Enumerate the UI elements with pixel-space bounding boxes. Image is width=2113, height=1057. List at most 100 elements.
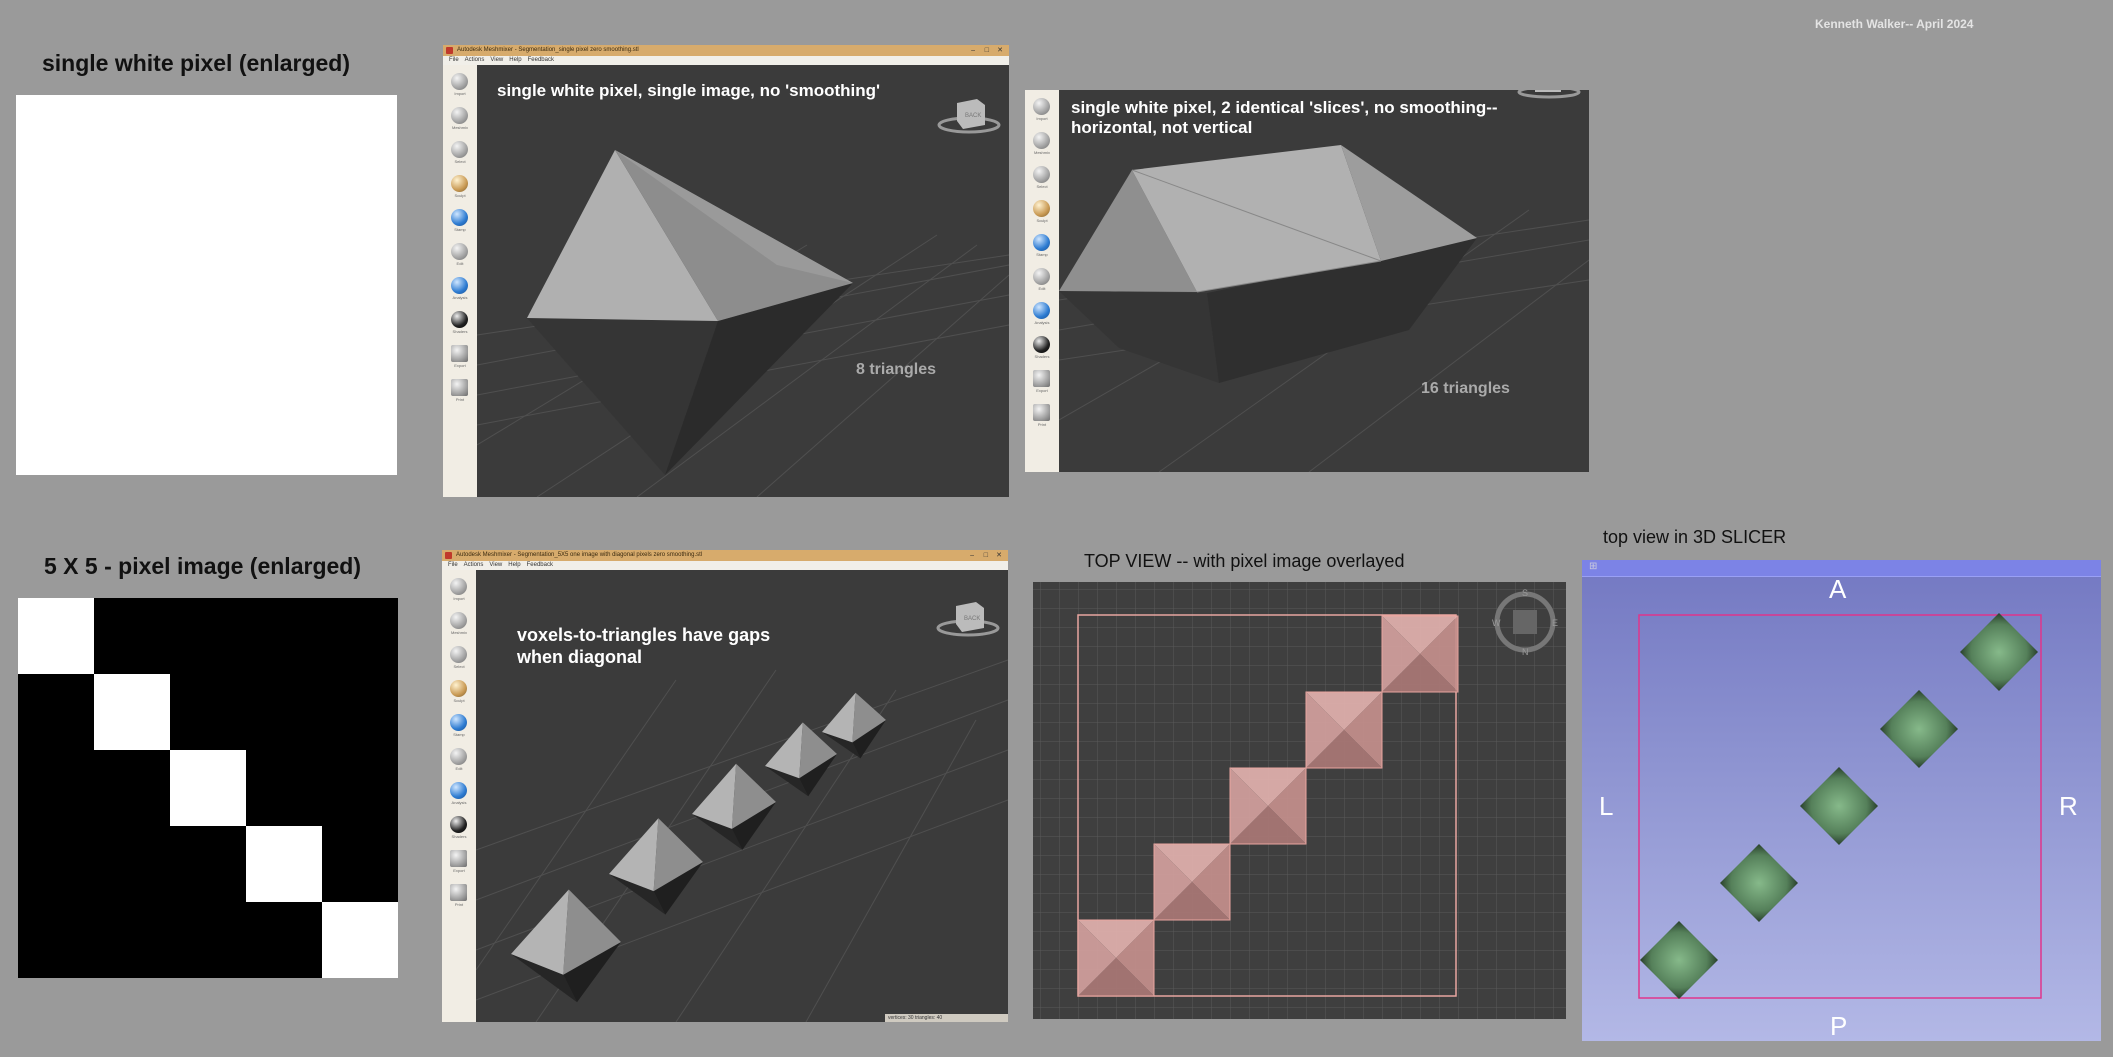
black-pixel xyxy=(246,902,322,978)
tool-meshmix[interactable]: Meshmix xyxy=(448,107,472,137)
single-pixel-label: single white pixel (enlarged) xyxy=(42,50,351,76)
shaders-icon xyxy=(1033,336,1050,353)
top-view-label: TOP VIEW -- with pixel image overlayed xyxy=(1084,551,1405,571)
tool-print[interactable]: Print xyxy=(448,379,472,409)
view-cube-label: BACK xyxy=(964,616,980,622)
tool-shaders[interactable]: Shaders xyxy=(1030,336,1054,366)
black-pixel xyxy=(94,598,170,674)
plus-icon xyxy=(1033,98,1050,115)
tool-label: Shaders xyxy=(451,834,467,839)
view-cube[interactable]: BACK xyxy=(934,598,1002,643)
tool-label: Export xyxy=(454,363,466,368)
view-cube[interactable] xyxy=(1515,90,1583,107)
viewport-3d[interactable] xyxy=(1059,90,1589,472)
menu-help[interactable]: Help xyxy=(508,562,520,568)
tool-export[interactable]: Export xyxy=(447,850,471,880)
tool-print[interactable]: Print xyxy=(447,884,471,914)
minimize-button[interactable]: – xyxy=(970,550,974,561)
tool-label: Analysis xyxy=(1034,320,1050,325)
tool-stamp[interactable]: Stamp xyxy=(1030,234,1054,264)
shaders-icon xyxy=(450,816,467,833)
tool-import[interactable]: Import xyxy=(1030,98,1054,128)
tool-label: Meshmix xyxy=(451,125,468,130)
viewport-annotation: single white pixel, single image, no 'sm… xyxy=(497,81,881,100)
segment-diamond-4 xyxy=(1880,690,1958,768)
tool-edit[interactable]: Edit xyxy=(448,243,472,273)
tool-import[interactable]: Import xyxy=(448,73,472,103)
tool-stamp[interactable]: Stamp xyxy=(447,714,471,744)
view-cube[interactable]: BACK xyxy=(935,95,1003,140)
tool-import[interactable]: Import xyxy=(447,578,471,608)
edit-icon xyxy=(451,243,468,260)
menu-file[interactable]: File xyxy=(448,562,458,568)
tool-label: Import xyxy=(1036,116,1048,121)
menu-actions[interactable]: Actions xyxy=(464,562,484,568)
slicer-3d-view[interactable]: ⊞ A L R P xyxy=(1582,560,2101,1041)
tool-analysis[interactable]: Analysis xyxy=(447,782,471,812)
black-pixel xyxy=(18,750,94,826)
triangle-count-label: 16 triangles xyxy=(1421,380,1510,397)
compass-bottom-letter: N xyxy=(1522,647,1529,657)
menu-view[interactable]: View xyxy=(489,562,502,568)
black-pixel xyxy=(170,674,246,750)
stamp-icon xyxy=(451,209,468,226)
tool-print[interactable]: Print xyxy=(1030,404,1054,434)
menu-actions[interactable]: Actions xyxy=(465,57,485,63)
tool-stamp[interactable]: Stamp xyxy=(448,209,472,239)
tool-edit[interactable]: Edit xyxy=(447,748,471,778)
black-pixel xyxy=(322,826,398,902)
segment-diamond-2 xyxy=(1720,844,1798,922)
menu-help[interactable]: Help xyxy=(509,57,521,63)
meshmixer-window-diagonal-pixels: Autodesk Meshmixer - Segmentation_5X5 on… xyxy=(442,550,1008,1022)
tool-label: Stamp xyxy=(453,732,465,737)
tool-label: Select xyxy=(454,159,466,164)
menu-bar: File Actions View Help Feedback xyxy=(443,56,1009,65)
tool-label: Export xyxy=(1036,388,1048,393)
tool-analysis[interactable]: Analysis xyxy=(448,277,472,307)
view-cube-label: BACK xyxy=(965,113,981,119)
viewport-3d[interactable] xyxy=(477,65,1009,497)
tool-meshmix[interactable]: Meshmix xyxy=(447,612,471,642)
menu-view[interactable]: View xyxy=(490,57,503,63)
close-button[interactable]: ✕ xyxy=(996,550,1002,561)
menu-feedback[interactable]: Feedback xyxy=(528,57,554,63)
segment-diamond-1 xyxy=(1640,921,1718,999)
edit-icon xyxy=(1033,268,1050,285)
tool-select[interactable]: Select xyxy=(1030,166,1054,196)
overlay-pixel-1 xyxy=(1077,919,1155,997)
pyramid-voxel-2 xyxy=(609,818,703,915)
tool-shaders[interactable]: Shaders xyxy=(448,311,472,341)
tool-export[interactable]: Export xyxy=(448,345,472,375)
tool-meshmix[interactable]: Meshmix xyxy=(1030,132,1054,162)
tool-sculpt[interactable]: Sculpt xyxy=(448,175,472,205)
tool-edit[interactable]: Edit xyxy=(1030,268,1054,298)
maximize-button[interactable]: □ xyxy=(984,550,988,561)
overlay-pixel-3 xyxy=(1229,767,1307,845)
overlay-pixel-2 xyxy=(1153,843,1231,921)
tool-sculpt[interactable]: Sculpt xyxy=(447,680,471,710)
window-title-bar: Autodesk Meshmixer - Segmentation_5X5 on… xyxy=(442,550,1008,561)
tool-sculpt[interactable]: Sculpt xyxy=(1030,200,1054,230)
maximize-button[interactable]: □ xyxy=(985,45,989,56)
analysis-icon xyxy=(451,277,468,294)
tool-label: Sculpt xyxy=(454,193,466,198)
tool-shaders[interactable]: Shaders xyxy=(447,816,471,846)
tool-label: Select xyxy=(1036,184,1048,189)
minimize-button[interactable]: – xyxy=(971,45,975,56)
menu-file[interactable]: File xyxy=(449,57,459,63)
tool-label: Shaders xyxy=(1034,354,1050,359)
sculpt-brush-icon xyxy=(450,680,467,697)
white-pixel xyxy=(18,598,94,674)
tool-analysis[interactable]: Analysis xyxy=(1030,302,1054,332)
status-bar: vertices: 30 triangles: 40 xyxy=(885,1014,1008,1022)
compass-top-letter: S xyxy=(1522,588,1528,598)
tool-label: Print xyxy=(455,397,465,402)
black-pixel xyxy=(94,826,170,902)
top-view-viewport[interactable]: S W E N xyxy=(1033,582,1566,1019)
plus-icon xyxy=(450,578,467,595)
tool-select[interactable]: Select xyxy=(447,646,471,676)
tool-select[interactable]: Select xyxy=(448,141,472,171)
menu-feedback[interactable]: Feedback xyxy=(527,562,553,568)
tool-export[interactable]: Export xyxy=(1030,370,1054,400)
close-button[interactable]: ✕ xyxy=(997,45,1003,56)
